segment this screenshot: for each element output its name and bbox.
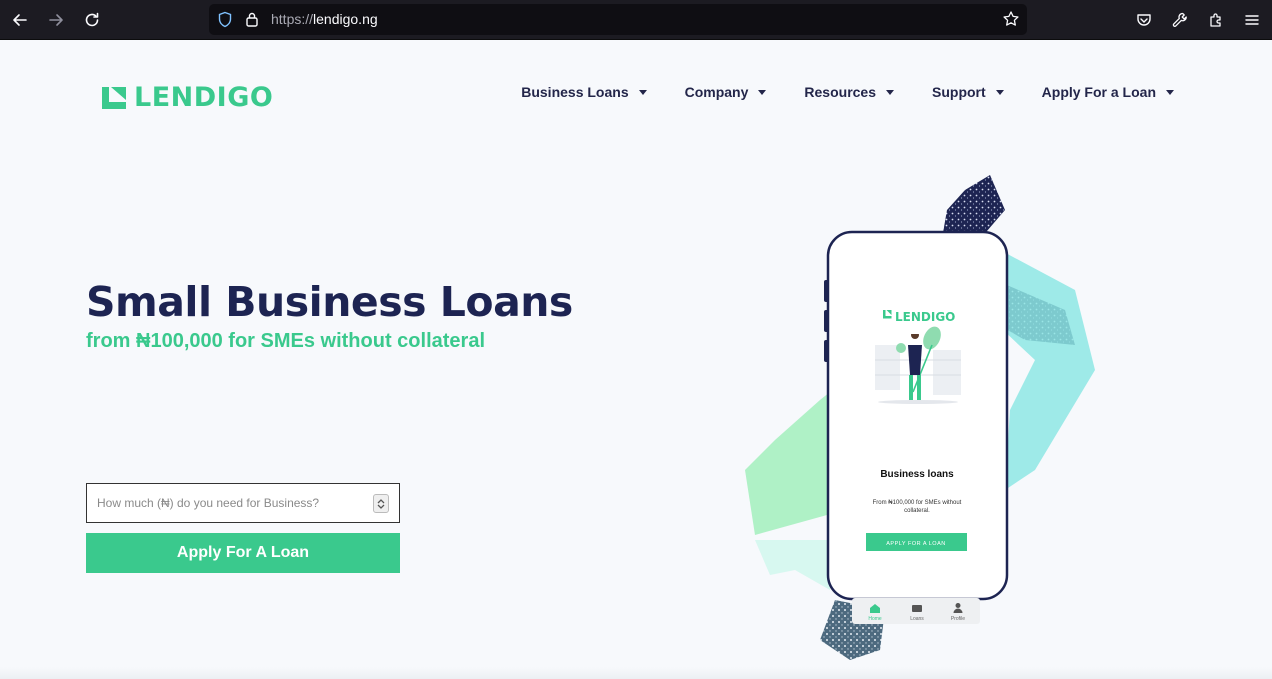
nav-apply-for-a-loan[interactable]: Apply For a Loan (1042, 84, 1174, 100)
tab-label: Home (868, 616, 882, 622)
menu-button[interactable] (1240, 8, 1264, 32)
phone-side-button (824, 280, 829, 302)
main-nav: Business Loans Company Resources Support… (483, 84, 1174, 100)
nav-company[interactable]: Company (685, 84, 767, 100)
hero-title: Small Business Loans (86, 278, 573, 326)
hero-subtitle: from ₦100,000 for SMEs without collatera… (86, 330, 485, 352)
phone-title: Business loans (880, 469, 954, 480)
pocket-button[interactable] (1132, 8, 1156, 32)
chevron-down-icon[interactable] (377, 504, 385, 510)
arrow-right-icon (49, 14, 63, 26)
url-host: lendigo.ng (313, 11, 378, 27)
address-bar[interactable]: https://lendigo.ng (209, 4, 1027, 35)
nav-label: Apply For a Loan (1041, 84, 1156, 100)
reload-icon (85, 12, 99, 27)
phone-description: collateral. (904, 508, 930, 514)
tools-button[interactable] (1168, 8, 1192, 32)
nav-label: Business Loans (521, 84, 629, 100)
brush-stroke-pale (755, 540, 830, 590)
back-button[interactable] (8, 8, 32, 32)
nav-business-loans[interactable]: Business Loans (521, 84, 647, 100)
loan-amount-field (86, 483, 400, 523)
reload-button[interactable] (80, 8, 104, 32)
user-icon (955, 603, 961, 608)
shield-icon[interactable] (217, 11, 233, 28)
nav-resources[interactable]: Resources (804, 84, 894, 100)
nav-label: Support (932, 84, 986, 100)
loan-amount-input[interactable] (87, 484, 399, 522)
apply-for-loan-button[interactable]: Apply For A Loan (86, 533, 400, 573)
phone-logo-text: LENDIGO (895, 310, 955, 324)
logo-text: LENDIGO (134, 82, 274, 113)
wrench-icon (1172, 12, 1187, 27)
tab-label: Profile (951, 616, 965, 622)
caret-down-icon (638, 89, 647, 95)
number-spinner[interactable] (373, 494, 389, 513)
nav-label: Company (684, 84, 749, 100)
webpage: LENDIGO Business Loans Company Resources… (0, 40, 1272, 679)
hamburger-icon (1245, 15, 1259, 25)
extensions-button[interactable] (1204, 8, 1228, 32)
caret-down-icon (886, 89, 894, 95)
nav-support[interactable]: Support (932, 84, 1004, 100)
arrow-left-icon (13, 14, 27, 26)
browser-toolbar: https://lendigo.ng (0, 0, 1272, 40)
hero-phone-illustration: LENDIGO Business loans From ₦100,000 for… (745, 175, 1095, 660)
caret-down-icon (758, 89, 767, 95)
lock-icon[interactable] (245, 11, 259, 28)
caret-down-icon (1166, 89, 1174, 95)
pocket-icon (1137, 14, 1151, 26)
forward-button[interactable] (44, 8, 68, 32)
page-bottom-shadow (0, 667, 1272, 679)
lendigo-logo-icon (102, 86, 126, 109)
money-icon (912, 605, 922, 612)
bookmark-star-icon[interactable] (1002, 10, 1020, 28)
caret-down-icon (995, 89, 1004, 95)
phone-side-button (824, 340, 829, 362)
puzzle-icon (1210, 13, 1221, 27)
url-text[interactable]: https://lendigo.ng (271, 11, 378, 27)
tab-label: Loans (910, 616, 924, 622)
site-logo[interactable]: LENDIGO (102, 82, 273, 113)
phone-description: From ₦100,000 for SMEs without (873, 500, 962, 506)
url-scheme: https:// (271, 11, 314, 27)
brush-stroke-mint (1000, 250, 1095, 490)
phone-side-button (824, 310, 829, 332)
nav-label: Resources (804, 84, 876, 100)
phone-apply-button-label: APPLY FOR A LOAN (886, 541, 945, 547)
